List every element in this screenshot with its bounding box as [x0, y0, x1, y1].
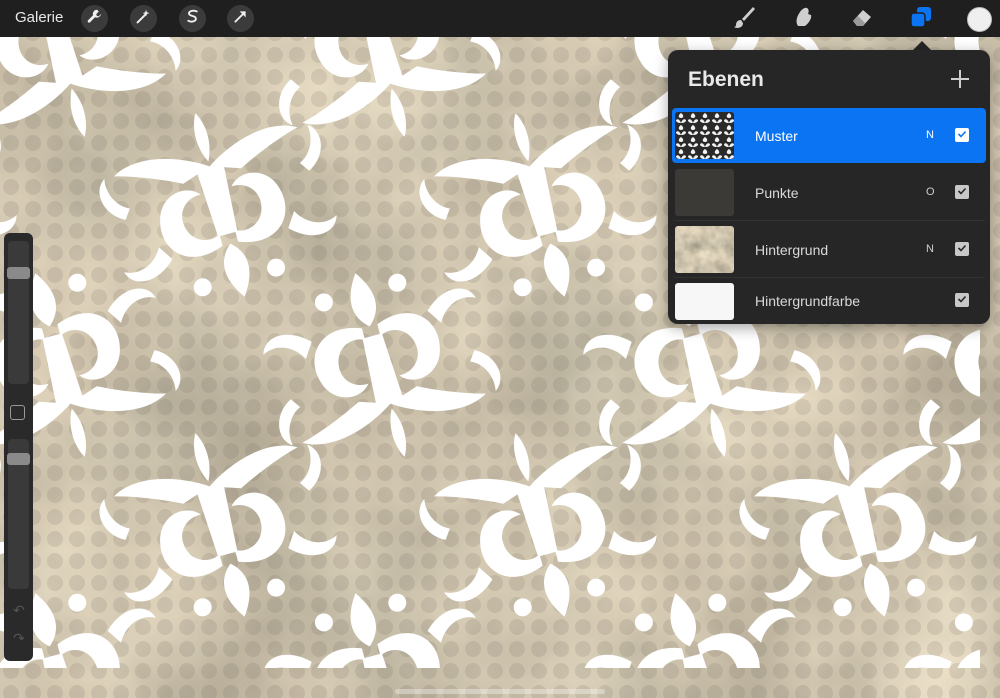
adjustments-button[interactable] [130, 5, 157, 32]
blend-mode-button[interactable]: O [926, 186, 935, 198]
layers-panel-title: Ebenen [688, 68, 764, 91]
layer-visibility-checkbox[interactable] [955, 293, 969, 307]
layers-tool-button[interactable] [906, 4, 936, 34]
layer-row-muster[interactable]: Muster N [672, 108, 986, 163]
transform-button[interactable] [227, 5, 254, 32]
left-sidebar: ↶ ↷ [4, 233, 33, 661]
opacity-slider[interactable] [7, 439, 30, 589]
checkmark-icon [957, 240, 967, 258]
brush-icon [731, 4, 757, 35]
undo-icon: ↶ [13, 602, 25, 618]
eraser-tool-button[interactable] [847, 4, 877, 34]
layer-row-hintergrundfarbe[interactable]: Hintergrundfarbe [672, 279, 986, 323]
redo-icon: ↷ [13, 630, 25, 646]
smudge-icon [790, 4, 816, 35]
gallery-button[interactable]: Galerie [15, 9, 63, 26]
brush-tool-button[interactable] [729, 4, 759, 34]
selection-button[interactable] [179, 5, 206, 32]
smudge-tool-button[interactable] [788, 4, 818, 34]
layer-visibility-checkbox[interactable] [955, 185, 969, 199]
opacity-thumb[interactable] [7, 453, 30, 465]
brush-size-slider[interactable] [7, 241, 30, 384]
wrench-icon [86, 8, 103, 30]
undo-button[interactable]: ↶ [10, 603, 28, 617]
eraser-icon [849, 4, 875, 35]
layer-thumbnail [675, 169, 734, 216]
blend-mode-button[interactable]: N [926, 129, 934, 141]
home-indicator [395, 689, 605, 694]
layer-thumbnail [675, 226, 734, 273]
layers-icon [908, 4, 934, 35]
add-layer-button[interactable] [949, 68, 971, 90]
transform-arrow-icon [232, 8, 249, 30]
checkmark-icon [957, 291, 967, 309]
blend-mode-button[interactable]: N [926, 243, 934, 255]
top-toolbar: Galerie [0, 0, 1000, 37]
layer-name: Punkte [755, 185, 799, 201]
layer-row-hintergrund[interactable]: Hintergrund N [672, 222, 986, 278]
color-picker-button[interactable] [967, 7, 992, 32]
layer-thumbnail [675, 112, 734, 159]
layers-panel: Ebenen Muster N Punkte O Hintergrund N H… [668, 50, 990, 324]
checkmark-icon [957, 126, 967, 144]
layer-thumbnail [675, 283, 734, 320]
layer-name: Hintergrundfarbe [755, 293, 861, 309]
layer-visibility-checkbox[interactable] [955, 128, 969, 142]
redo-button[interactable]: ↷ [10, 631, 28, 645]
selection-icon [184, 8, 201, 30]
brush-size-thumb[interactable] [7, 267, 30, 279]
layer-visibility-checkbox[interactable] [955, 242, 969, 256]
checkmark-icon [957, 183, 967, 201]
magic-wand-icon [135, 8, 152, 30]
modify-button[interactable] [10, 405, 25, 420]
layer-row-punkte[interactable]: Punkte O [672, 165, 986, 221]
actions-button[interactable] [81, 5, 108, 32]
layer-name: Hintergrund [755, 242, 829, 258]
layer-name: Muster [755, 128, 798, 144]
